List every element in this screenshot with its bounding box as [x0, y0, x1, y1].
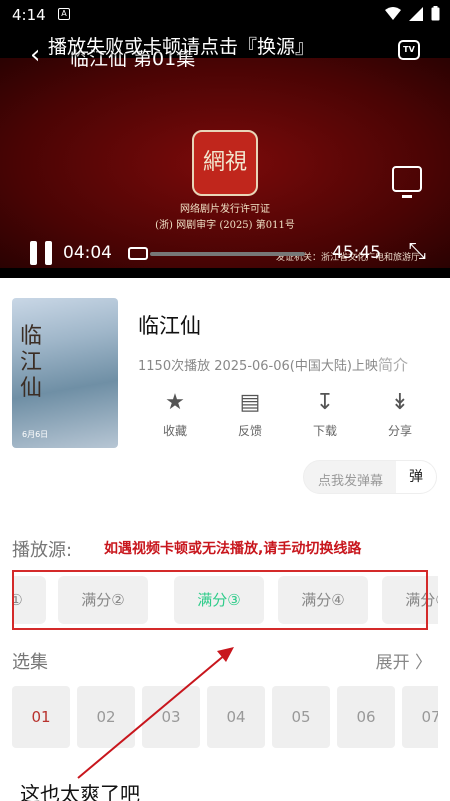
signal-icon: [409, 6, 423, 21]
tv-icon[interactable]: TV: [398, 40, 420, 60]
episode-chip[interactable]: 03: [142, 686, 200, 748]
wifi-icon: [385, 6, 401, 20]
license-line-1: 网络剧片发行许可证: [180, 204, 270, 215]
episode-chip-active[interactable]: 01: [12, 686, 70, 748]
pause-icon[interactable]: [30, 241, 52, 265]
status-icons: [385, 6, 440, 21]
annotation-box: [12, 570, 428, 630]
episode-list: 01 02 03 04 05 06 07: [12, 686, 438, 748]
back-chevron-icon[interactable]: ‹: [30, 40, 40, 70]
poster-image[interactable]: 临江仙 6月6日: [12, 298, 118, 448]
cast-screen-icon[interactable]: [392, 166, 422, 198]
feedback-label: 反馈: [237, 424, 262, 438]
switch-source-hint: 播放失败或卡顿请点击『换源』: [48, 36, 315, 58]
favorite-button[interactable]: ★ 收藏: [150, 390, 200, 439]
progress-track[interactable]: [150, 252, 305, 256]
status-time: 4:14: [12, 6, 46, 24]
episode-chip[interactable]: 06: [337, 686, 395, 748]
feedback-button[interactable]: ▤ 反馈: [225, 390, 275, 439]
annotation-caption: 这也太爽了吧: [20, 782, 140, 801]
intro-link[interactable]: 简介: [378, 356, 408, 374]
expand-button[interactable]: 展开 〉: [376, 648, 432, 673]
fullscreen-icon[interactable]: ⤡: [408, 239, 426, 264]
download-button[interactable]: ↧ 下载: [300, 390, 350, 439]
barrage-button[interactable]: 弹: [396, 461, 436, 493]
episode-chip[interactable]: 04: [207, 686, 265, 748]
download-icon: ↧: [315, 390, 335, 415]
battery-icon: [431, 6, 440, 21]
notification-icon: A: [58, 8, 70, 20]
source-label: 播放源:: [12, 540, 73, 561]
video-player[interactable]: 網視 网络剧片发行许可证 (浙) 网剧审字 (2025) 第011号 发证机关：…: [0, 30, 450, 278]
share-label: 分享: [387, 424, 412, 438]
current-time: 04:04: [63, 243, 112, 263]
barrage-placeholder: 点我发弹幕: [318, 474, 384, 489]
poster-title: 临江仙: [20, 324, 43, 401]
share-button[interactable]: ↡ 分享: [375, 390, 425, 439]
download-label: 下载: [312, 424, 337, 438]
play-count: 1150次播放: [138, 359, 211, 374]
thumbnail-preview-icon[interactable]: [128, 247, 148, 260]
star-icon: ★: [165, 390, 185, 415]
favorite-label: 收藏: [162, 424, 187, 438]
episodes-label: 选集: [12, 652, 48, 673]
source-note: 如遇视频卡顿或无法播放,请手动切换线路: [104, 541, 362, 557]
total-time: 45:45: [332, 243, 381, 263]
show-meta: 1150次播放 2025-06-06(中国大陆)上映简介: [138, 354, 408, 375]
license-line-2: (浙) 网剧审字 (2025) 第011号: [155, 220, 295, 231]
show-title: 临江仙: [138, 314, 201, 338]
license-seal-logo: 網視: [192, 130, 258, 196]
player-controls: 04:04 45:45 ⤡: [0, 235, 450, 275]
release-info: 2025-06-06(中国大陆)上映: [214, 359, 378, 374]
status-bar: 4:14 A: [0, 0, 450, 30]
action-bar: ★ 收藏 ▤ 反馈 ↧ 下载 ↡ 分享: [150, 390, 430, 450]
share-icon: ↡: [390, 390, 410, 415]
episode-chip[interactable]: 07: [402, 686, 438, 748]
episode-chip[interactable]: 02: [77, 686, 135, 748]
poster-date: 6月6日: [22, 430, 49, 439]
chat-icon: ▤: [239, 390, 261, 415]
barrage-input[interactable]: 点我发弹幕 弹: [303, 460, 437, 494]
episode-chip[interactable]: 05: [272, 686, 330, 748]
